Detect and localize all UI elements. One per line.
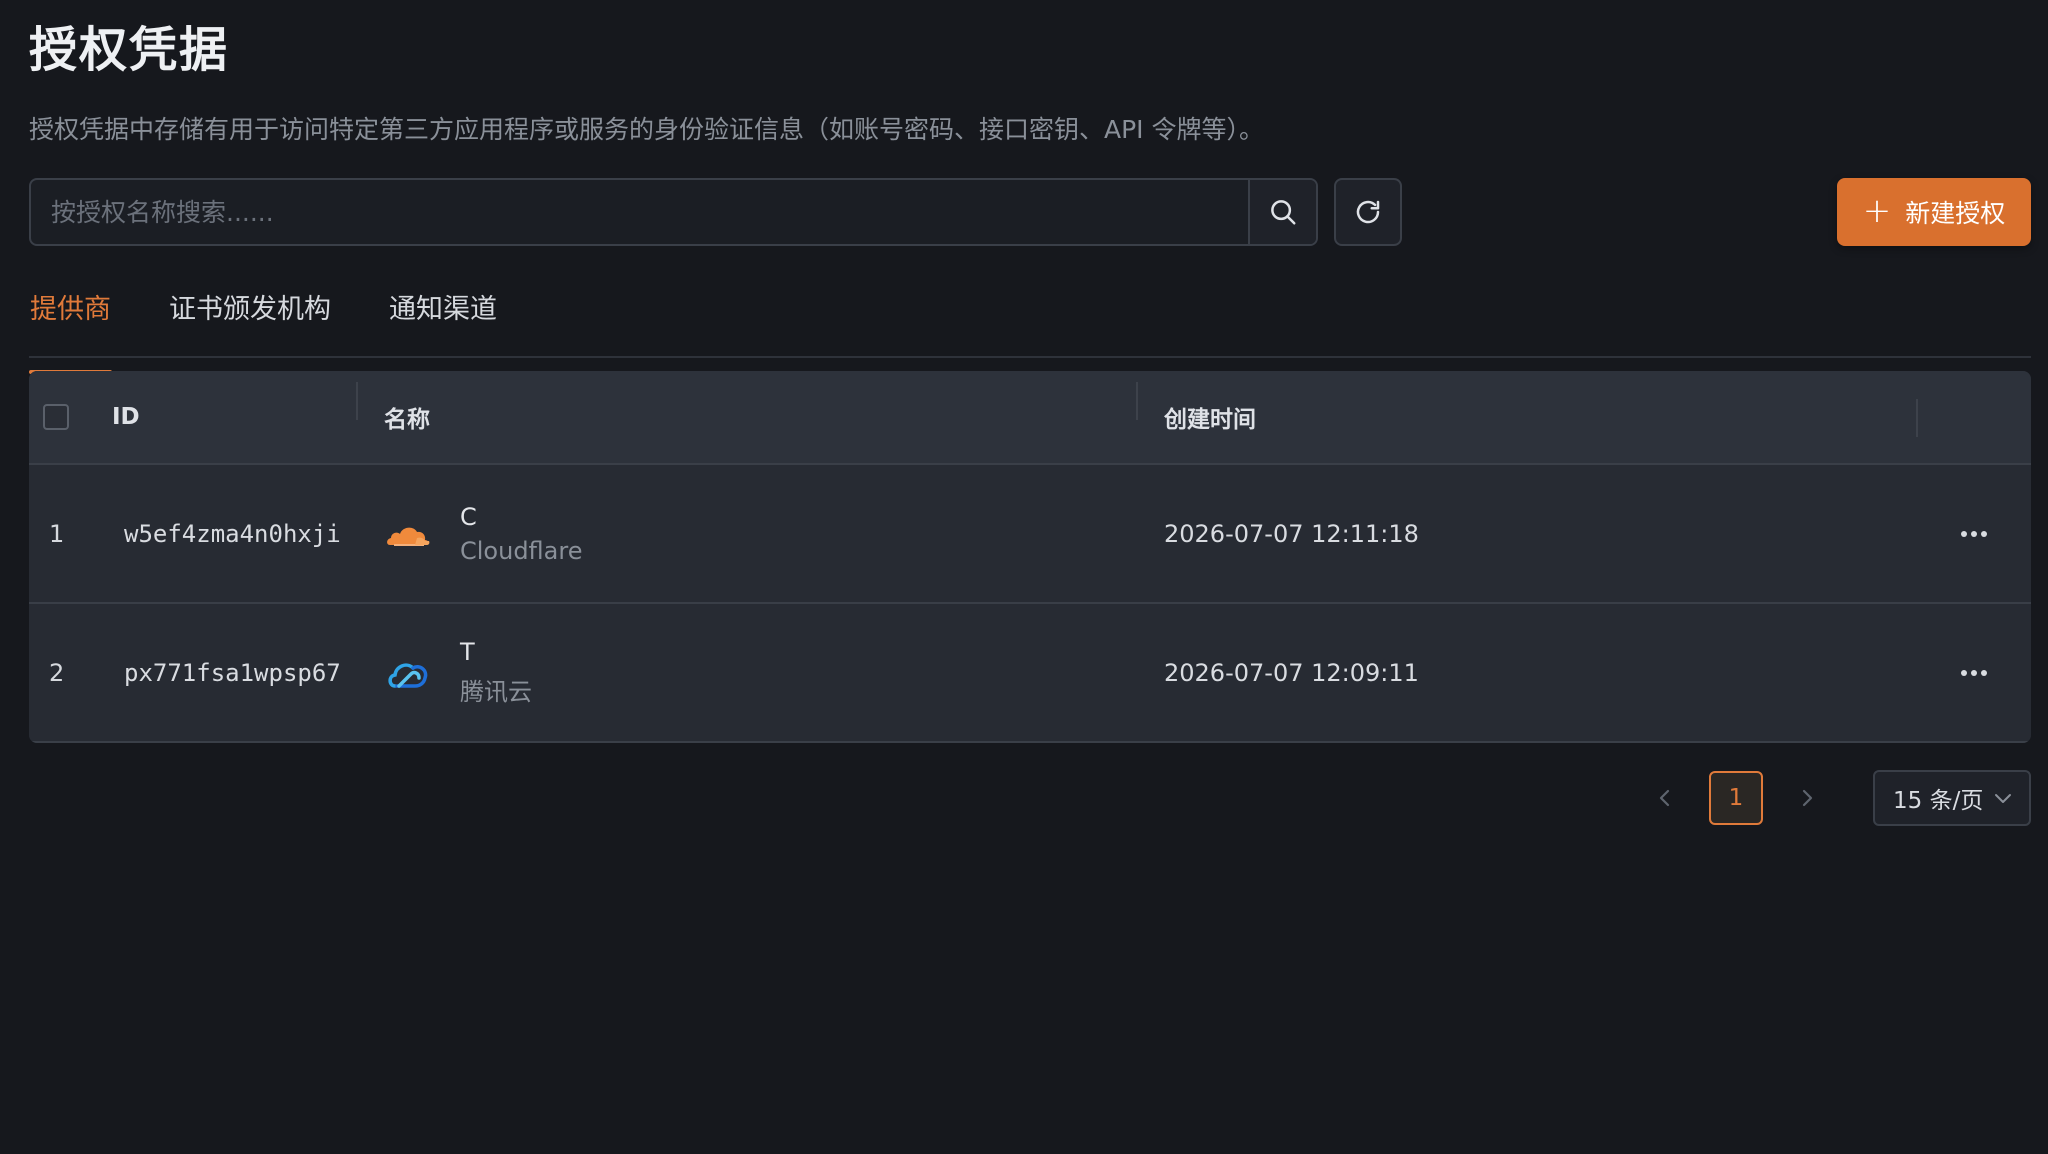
tab-providers[interactable]: 提供商 bbox=[29, 282, 112, 374]
row-index: 1 bbox=[49, 519, 65, 548]
new-authorization-label: 新建授权 bbox=[1905, 199, 2006, 228]
tab-notification-channels[interactable]: 通知渠道 bbox=[388, 282, 498, 356]
more-options-icon[interactable] bbox=[1954, 653, 1994, 693]
table-row[interactable]: 1 w5ef4zma4n0hxji C Cloudflare 2026-07-0… bbox=[29, 465, 2031, 604]
pagination: 1 15 条/页 bbox=[1643, 770, 2031, 826]
chevron-down-icon bbox=[1995, 794, 2011, 803]
created-time: 2026-07-07 12:09:11 bbox=[1164, 658, 1419, 687]
new-authorization-button[interactable]: + 新建授权 bbox=[1837, 178, 2031, 246]
chevron-left-icon bbox=[1659, 789, 1670, 807]
created-time: 2026-07-07 12:11:18 bbox=[1164, 519, 1419, 548]
table-header: ID 名称 创建时间 bbox=[29, 371, 2031, 465]
page: 授权凭据 授权凭据中存储有用于访问特定第三方应用程序或服务的身份验证信息（如账号… bbox=[0, 0, 2048, 1154]
provider-name: Cloudflare bbox=[460, 536, 583, 565]
prev-page-button[interactable] bbox=[1643, 776, 1687, 820]
page-title: 授权凭据 bbox=[29, 22, 230, 78]
credential-name: C bbox=[460, 502, 477, 531]
table-row[interactable]: 2 px771fsa1wpsp67 T 腾讯云 2026-07-07 12:09… bbox=[29, 604, 2031, 743]
tencent-cloud-icon bbox=[384, 649, 432, 697]
header-id: ID bbox=[112, 404, 140, 430]
row-id: px771fsa1wpsp67 bbox=[124, 658, 341, 687]
header-name: 名称 bbox=[356, 382, 1136, 434]
row-id: w5ef4zma4n0hxji bbox=[124, 519, 341, 548]
credentials-table: ID 名称 创建时间 1 w5ef4zma4n0hxji C Cloudflar… bbox=[29, 371, 2031, 743]
row-index: 2 bbox=[49, 658, 65, 687]
tab-certificate-authorities[interactable]: 证书颁发机构 bbox=[168, 282, 332, 356]
provider-name: 腾讯云 bbox=[460, 678, 532, 706]
refresh-button[interactable] bbox=[1334, 178, 1402, 246]
search-input[interactable] bbox=[31, 180, 1248, 244]
refresh-icon bbox=[1356, 200, 1380, 224]
search-icon bbox=[1271, 200, 1296, 225]
search-button[interactable] bbox=[1248, 180, 1316, 244]
page-description: 授权凭据中存储有用于访问特定第三方应用程序或服务的身份验证信息（如账号密码、接口… bbox=[29, 115, 1265, 144]
cloudflare-icon bbox=[384, 510, 432, 558]
page-number-button[interactable]: 1 bbox=[1709, 771, 1763, 825]
credential-name: T bbox=[460, 638, 475, 666]
chevron-right-icon bbox=[1802, 789, 1813, 807]
plus-icon: + bbox=[1862, 190, 1892, 231]
page-size-select[interactable]: 15 条/页 bbox=[1873, 770, 2031, 826]
search-box bbox=[29, 178, 1318, 246]
select-all-checkbox[interactable] bbox=[43, 404, 69, 430]
page-size-value: 15 条/页 bbox=[1893, 788, 1984, 814]
header-created-time: 创建时间 bbox=[1136, 382, 1916, 434]
tab-bar: 提供商 证书颁发机构 通知渠道 bbox=[29, 282, 2031, 374]
more-options-icon[interactable] bbox=[1954, 514, 1994, 554]
next-page-button[interactable] bbox=[1785, 776, 1829, 820]
